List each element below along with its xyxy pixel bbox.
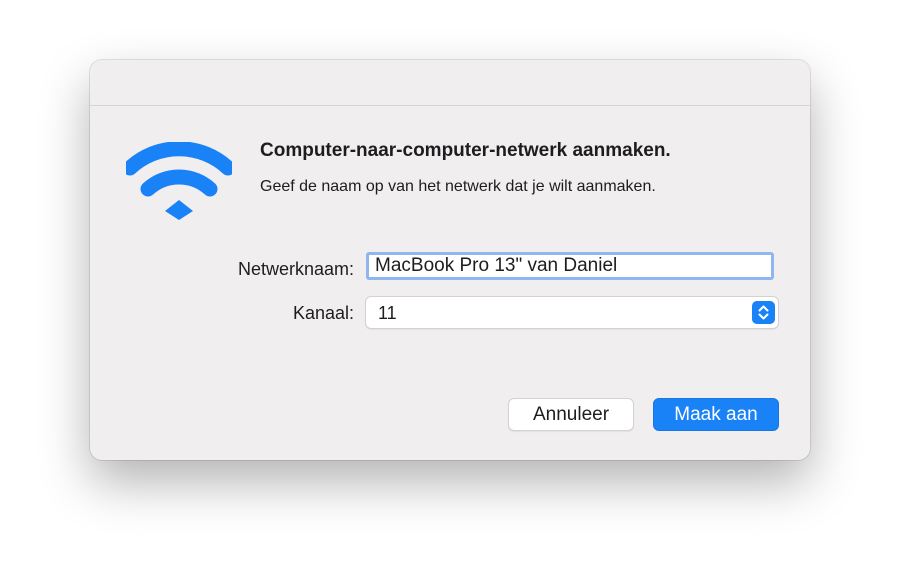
wifi-icon — [126, 142, 232, 220]
dialog-titlebar — [90, 60, 810, 106]
cancel-button[interactable]: Annuleer — [508, 398, 634, 431]
dialog-heading: Computer-naar-computer-netwerk aanmaken. — [260, 140, 671, 161]
dialog-description: Geef de naam op van het netwerk dat je w… — [260, 178, 656, 195]
network-name-input[interactable] — [366, 252, 774, 280]
create-network-dialog: Computer-naar-computer-netwerk aanmaken.… — [90, 60, 810, 460]
channel-selected-value: 11 — [378, 303, 397, 323]
screen: Computer-naar-computer-netwerk aanmaken.… — [0, 0, 900, 579]
channel-label: Kanaal: — [292, 303, 354, 323]
network-name-label: Netwerknaam: — [237, 259, 354, 279]
create-button[interactable]: Maak aan — [653, 398, 779, 431]
chevron-up-down-icon[interactable] — [752, 301, 775, 324]
channel-select[interactable]: 11 — [365, 296, 779, 329]
